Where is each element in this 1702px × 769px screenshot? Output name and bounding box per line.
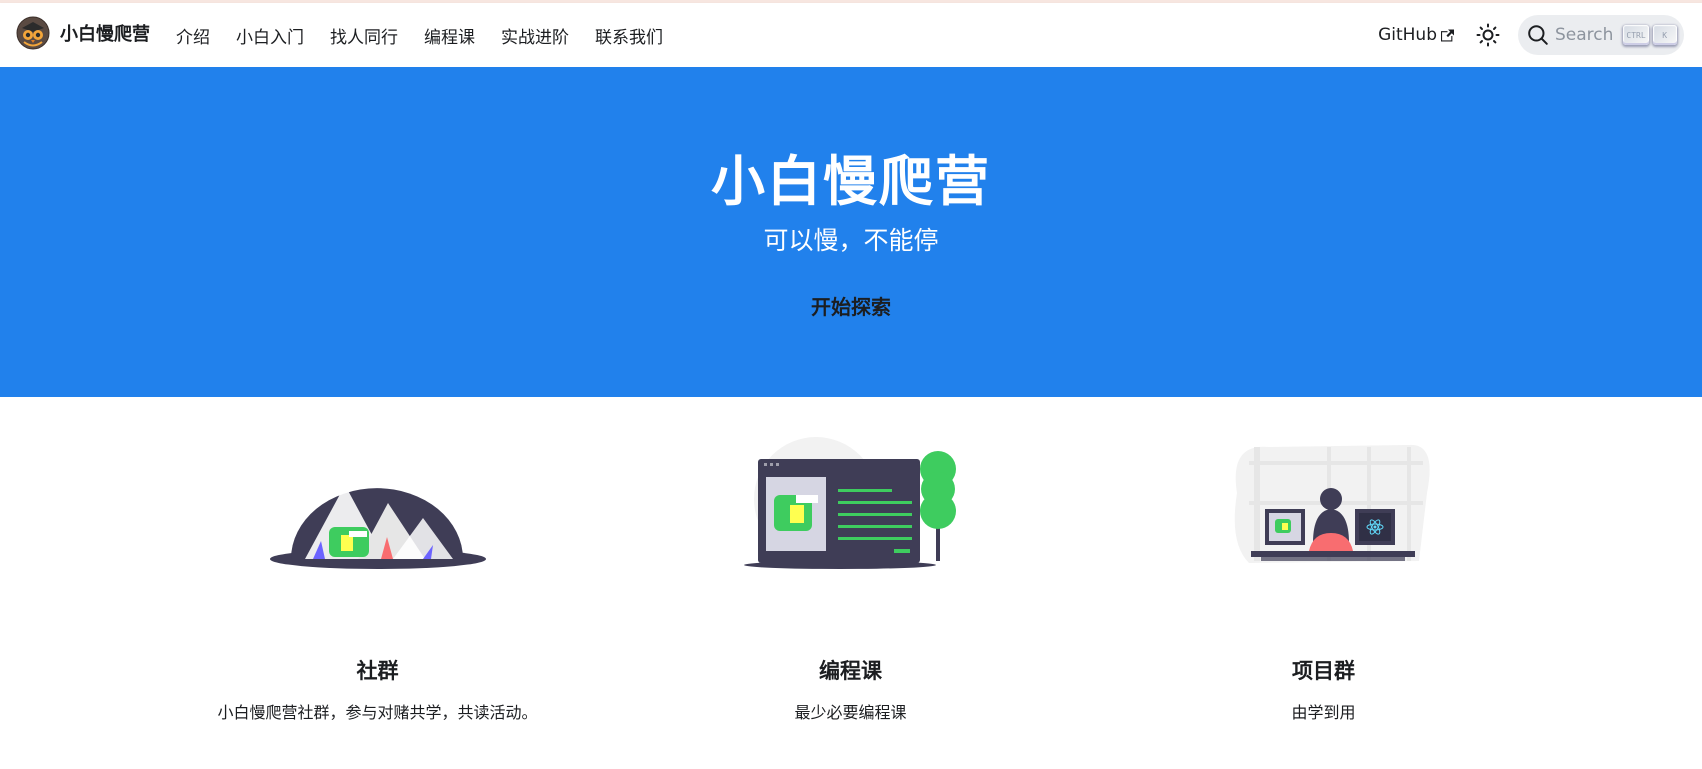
theme-toggle-button[interactable] <box>1472 19 1504 51</box>
navbar: 小白慢爬营 介绍 小白入门 找人同行 编程课 实战进阶 联系我们 GitHub <box>0 3 1702 67</box>
nav-link-beginner[interactable]: 小白入门 <box>236 23 304 48</box>
mountain-night-illustration <box>269 452 486 569</box>
hero-banner: 小白慢爬营 可以慢，不能停 开始探索 <box>0 67 1702 397</box>
hero-title: 小白慢爬营 <box>711 150 991 213</box>
search-button[interactable]: Search CTRL K <box>1518 15 1684 55</box>
navbar-right: GitHub Search CTRL K <box>1378 14 1684 56</box>
feature-title-project: 项目群 <box>1292 659 1355 683</box>
nav-link-contact[interactable]: 联系我们 <box>595 23 663 48</box>
feature-community: 社群 小白慢爬营社群，参与对赌共学，共读活动。 <box>141 397 614 722</box>
feature-desc-community: 小白慢爬营社群，参与对赌共学，共读活动。 <box>217 703 538 722</box>
laptop-dino-illustration <box>743 437 956 569</box>
search-icon <box>1528 25 1548 45</box>
kbd-ctrl: CTRL <box>1623 25 1649 45</box>
hero-subtitle: 可以慢，不能停 <box>763 226 939 255</box>
feature-title-community: 社群 <box>356 659 399 683</box>
nav-link-find-peers[interactable]: 找人同行 <box>330 23 398 48</box>
external-link-icon <box>1441 29 1454 41</box>
sun-icon <box>1476 23 1500 47</box>
nav-links: 介绍 小白入门 找人同行 编程课 实战进阶 联系我们 <box>176 3 689 67</box>
search-placeholder: Search <box>1555 25 1614 45</box>
feature-desc-project: 由学到用 <box>1291 703 1356 722</box>
nav-link-advanced[interactable]: 实战进阶 <box>501 23 569 48</box>
feature-desc-course: 最少必要编程课 <box>794 703 907 722</box>
brand-link[interactable]: 小白慢爬营 <box>16 16 150 50</box>
nav-link-intro[interactable]: 介绍 <box>176 23 210 48</box>
start-explore-button[interactable]: 开始探索 <box>781 285 921 325</box>
feature-course: 编程课 最少必要编程课 <box>614 397 1087 722</box>
feature-title-course: 编程课 <box>819 659 882 683</box>
kbd-k: K <box>1652 25 1677 45</box>
brand-title: 小白慢爬营 <box>60 24 150 45</box>
owl-logo-icon <box>16 16 50 50</box>
github-link[interactable]: GitHub <box>1378 25 1454 45</box>
nav-link-courses[interactable]: 编程课 <box>424 23 475 48</box>
github-link-label: GitHub <box>1378 25 1437 45</box>
features-section: 社群 小白慢爬营社群，参与对赌共学，共读活动。 编程课 最少必要编程课 项目群 … <box>0 397 1702 769</box>
feature-project: 项目群 由学到用 <box>1087 397 1560 722</box>
developer-desk-illustration <box>1234 444 1430 563</box>
